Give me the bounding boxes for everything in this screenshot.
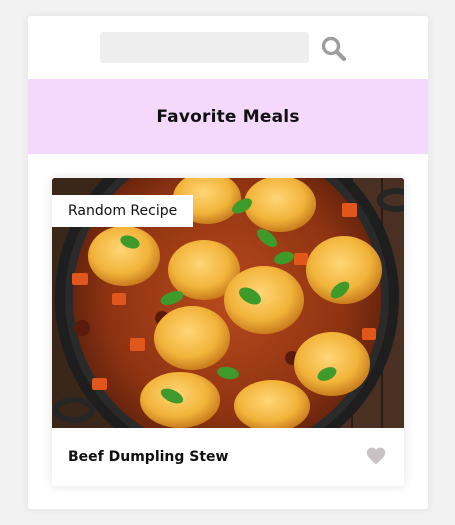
meal-card[interactable]: Random Recipe Beef Dumpling Stew [52,178,404,486]
favorites-section: Favorite Meals [28,79,428,154]
favorite-button[interactable] [364,445,388,469]
meal-body: Beef Dumpling Stew [52,428,404,486]
random-recipe-tag: Random Recipe [52,195,194,227]
search-input[interactable] [100,32,309,63]
meal-name: Beef Dumpling Stew [68,449,229,465]
meal-image: Random Recipe [52,178,404,470]
heart-icon [366,447,386,465]
app-container: Favorite Meals Random Recipe Beef Dumpli… [28,16,428,509]
header [28,16,428,79]
search-icon [321,36,347,62]
search-button[interactable] [320,35,348,63]
favorites-title: Favorite Meals [156,106,300,127]
